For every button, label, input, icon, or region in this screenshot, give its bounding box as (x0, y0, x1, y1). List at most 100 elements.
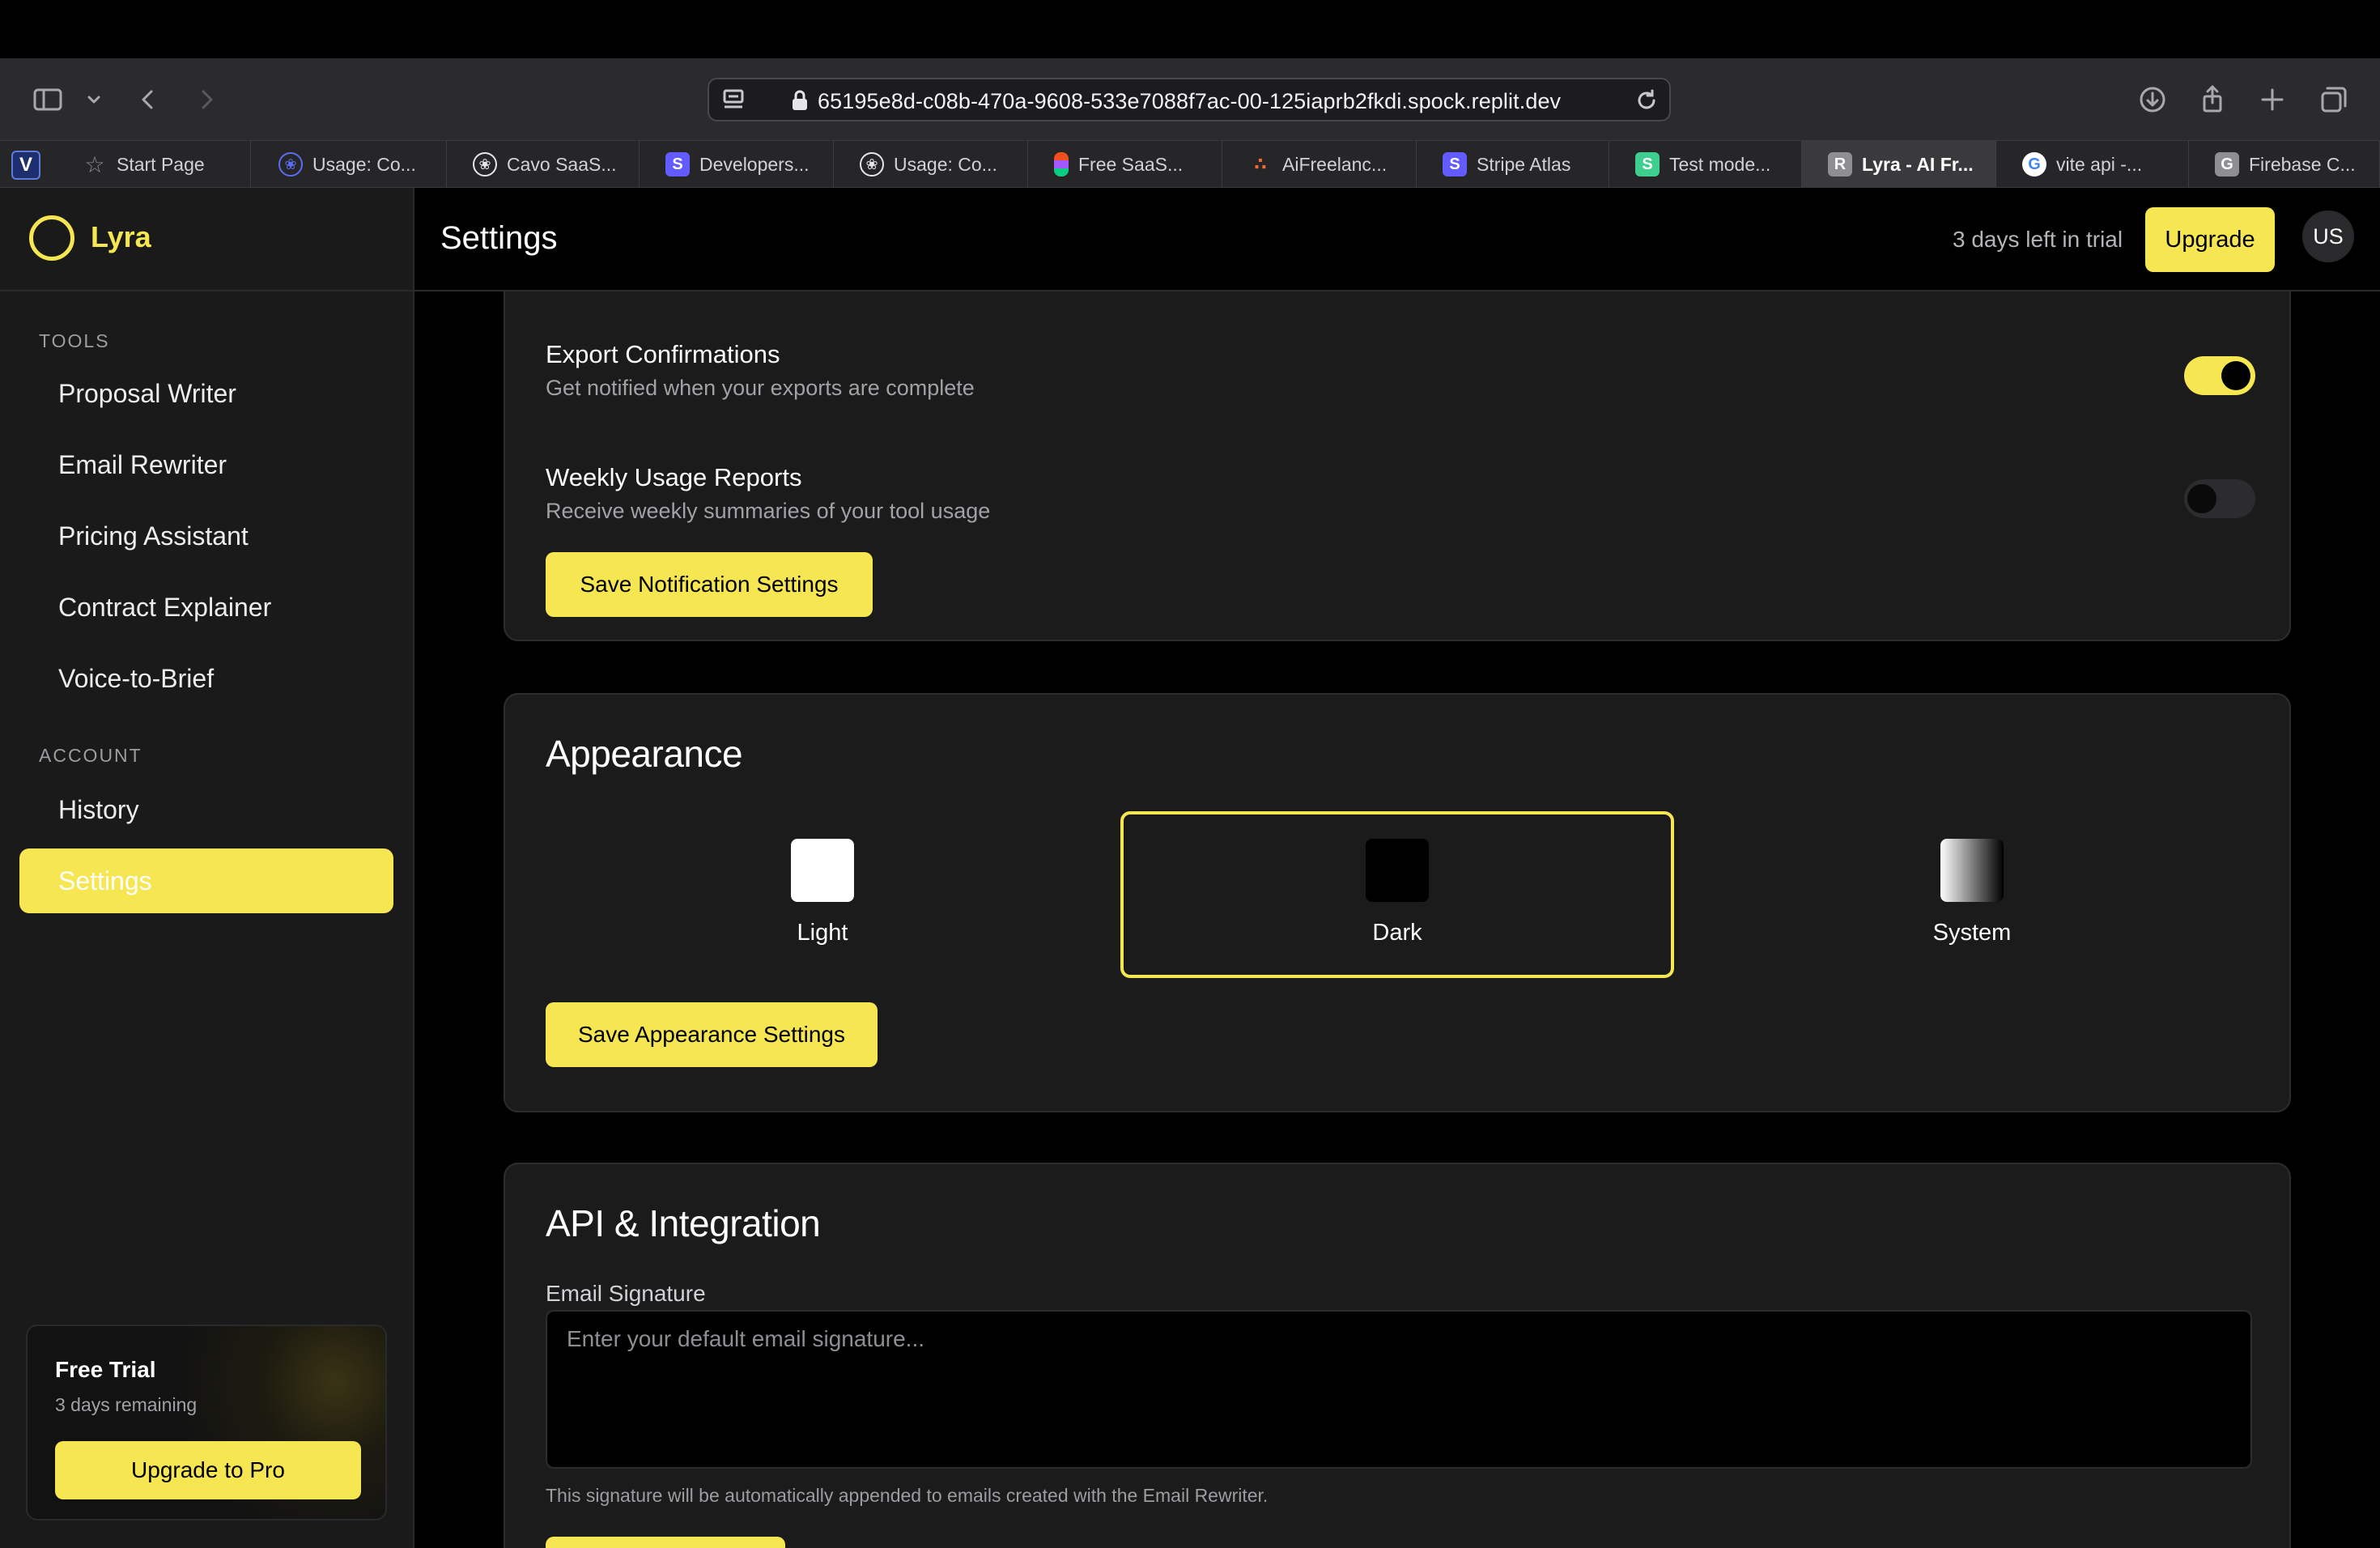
app: Lyra TOOLS Proposal Writer Email Rewrite… (0, 188, 2380, 1548)
avatar[interactable]: US (2302, 211, 2354, 262)
star-icon: ☆ (84, 151, 105, 177)
chevron-down-icon[interactable] (78, 78, 110, 121)
tab-label: Start Page (117, 153, 205, 175)
browser-tab[interactable]: ❀ Usage: Co... (834, 141, 1028, 188)
browser-tab[interactable]: Gvite api -... (1996, 141, 2189, 188)
sidebar-item-history[interactable]: History (19, 777, 393, 842)
email-signature-field[interactable] (546, 1310, 2252, 1469)
forward-icon[interactable] (185, 78, 228, 121)
weekly-usage-reports-title: Weekly Usage Reports (546, 463, 802, 491)
theme-option-light[interactable]: Light (546, 811, 1099, 978)
notification-settings-card: Export Confirmations Get notified when y… (504, 291, 2291, 641)
download-icon[interactable] (2131, 78, 2174, 121)
sidebar: Lyra TOOLS Proposal Writer Email Rewrite… (0, 188, 414, 1548)
address-bar[interactable]: 65195e8d-c08b-470a-9608-533e7088f7ac-00-… (708, 78, 1671, 121)
weekly-usage-reports-desc: Receive weekly summaries of your tool us… (546, 499, 991, 523)
api-integration-card: API & Integration Email Signature This s… (504, 1163, 2291, 1548)
browser-tab[interactable]: ∴ AiFreelanc... (1222, 141, 1417, 188)
api-integration-heading: API & Integration (546, 1202, 821, 1244)
tab-label: Usage: Co... (312, 153, 416, 175)
browser-tab[interactable]: S Stripe Atlas (1417, 141, 1609, 188)
url-text: 65195e8d-c08b-470a-9608-533e7088f7ac-00-… (818, 89, 1562, 113)
site-favicon-icon: G (2022, 152, 2046, 176)
appearance-heading: Appearance (546, 733, 743, 775)
theme-label-system: System (1932, 920, 2012, 946)
browser-tab[interactable]: G Firebase C... (2189, 141, 2380, 188)
figma-icon (1054, 152, 1069, 176)
theme-label-light: Light (797, 920, 848, 946)
toggle-knob (2221, 361, 2250, 390)
brand-name: Lyra (91, 220, 151, 253)
lyra-logo-icon (29, 215, 74, 261)
tab-label: Lyra - AI Fr... (1862, 153, 1974, 175)
openai-icon: ❀ (278, 152, 303, 176)
sidebar-item-contract-explainer[interactable]: Contract Explainer (19, 575, 393, 640)
brand[interactable]: Lyra (0, 188, 413, 291)
tab-overview-icon[interactable] (2312, 78, 2356, 121)
tab-label: vite api -... (2056, 153, 2143, 175)
browser-tab[interactable]: ❀ Cavo SaaS... (447, 141, 640, 188)
dark-swatch-icon (1366, 839, 1429, 902)
account-section-label: ACCOUNT (39, 745, 142, 766)
openai-icon: ❀ (473, 152, 497, 176)
sidebar-toggle-icon[interactable] (26, 78, 70, 121)
browser-tab[interactable]: S Test mode... (1609, 141, 1802, 188)
lock-icon (790, 89, 810, 112)
browser-tab[interactable]: S Developers... (640, 141, 834, 188)
browser-tab[interactable]: ❀ Usage: Co... (253, 141, 447, 188)
sidebar-item-voice-to-brief[interactable]: Voice-to-Brief (19, 646, 393, 711)
tab-label: Cavo SaaS... (507, 153, 617, 175)
tab-label: Stripe Atlas (1477, 153, 1571, 175)
top-bar: Settings 3 days left in trial Upgrade US (414, 188, 2380, 291)
screen: 65195e8d-c08b-470a-9608-533e7088f7ac-00-… (0, 0, 2380, 1548)
email-signature-hint: This signature will be automatically app… (546, 1485, 1269, 1506)
site-favicon-icon: S (1635, 152, 1660, 176)
appearance-card: Appearance Light Dark System Save Appear… (504, 693, 2291, 1112)
trial-card-title: Free Trial (55, 1357, 156, 1382)
back-icon[interactable] (126, 78, 170, 121)
upgrade-to-pro-button[interactable]: Upgrade to Pro (55, 1441, 361, 1499)
toggle-knob (2187, 484, 2216, 513)
trial-card: Free Trial 3 days remaining Upgrade to P… (26, 1325, 387, 1520)
new-tab-icon[interactable] (2250, 78, 2294, 121)
weekly-usage-reports-toggle[interactable] (2184, 479, 2255, 518)
browser-tab[interactable]: R Lyra - AI Fr... (1802, 141, 1996, 188)
aifreelancer-icon: ∴ (1254, 154, 1267, 174)
export-confirmations-desc: Get notified when your exports are compl… (546, 376, 975, 400)
page-title: Settings (440, 220, 558, 256)
save-appearance-settings-button[interactable]: Save Appearance Settings (546, 1002, 878, 1067)
export-confirmations-title: Export Confirmations (546, 340, 780, 368)
sidebar-item-email-rewriter[interactable]: Email Rewriter (19, 432, 393, 497)
pinned-tab[interactable]: V (11, 151, 40, 180)
browser-toolbar: 65195e8d-c08b-470a-9608-533e7088f7ac-00-… (0, 58, 2380, 141)
email-signature-label: Email Signature (546, 1281, 706, 1306)
sidebar-item-pricing-assistant[interactable]: Pricing Assistant (19, 504, 393, 568)
sidebar-item-settings[interactable]: Settings (19, 848, 393, 913)
tools-section-label: TOOLS (39, 330, 110, 351)
tab-label: AiFreelanc... (1282, 153, 1388, 175)
tab-label: Developers... (699, 153, 810, 175)
theme-option-system[interactable]: System (1695, 811, 2249, 978)
tab-bar: V ☆ Start Page ❀ Usage: Co... ❀ Cavo SaaS... S… (0, 141, 2380, 188)
upgrade-button[interactable]: Upgrade (2145, 207, 2275, 272)
tab-label: Test mode... (1669, 153, 1771, 175)
reload-icon[interactable] (1632, 86, 1661, 115)
export-confirmations-toggle[interactable] (2184, 356, 2255, 395)
share-icon[interactable] (2191, 78, 2234, 121)
site-settings-icon[interactable] (720, 86, 748, 113)
browser-tab[interactable]: ☆ Start Page (57, 141, 251, 188)
theme-option-dark[interactable]: Dark (1120, 811, 1674, 978)
save-api-settings-button[interactable] (546, 1537, 785, 1548)
theme-label-dark: Dark (1372, 920, 1422, 946)
trial-card-subtitle: 3 days remaining (55, 1394, 198, 1415)
save-notification-settings-button[interactable]: Save Notification Settings (546, 552, 873, 617)
site-favicon-icon: R (1828, 152, 1852, 176)
system-swatch-icon (1940, 839, 2004, 902)
site-favicon-icon: S (1443, 152, 1467, 176)
site-favicon-icon: S (665, 152, 690, 176)
site-favicon-icon: G (2215, 152, 2239, 176)
browser-tab[interactable]: Free SaaS... (1028, 141, 1222, 188)
sidebar-item-proposal-writer[interactable]: Proposal Writer (19, 361, 393, 426)
trial-days-text: 3 days left in trial (1953, 227, 2123, 252)
settings-content[interactable]: Export Confirmations Get notified when y… (414, 291, 2380, 1548)
